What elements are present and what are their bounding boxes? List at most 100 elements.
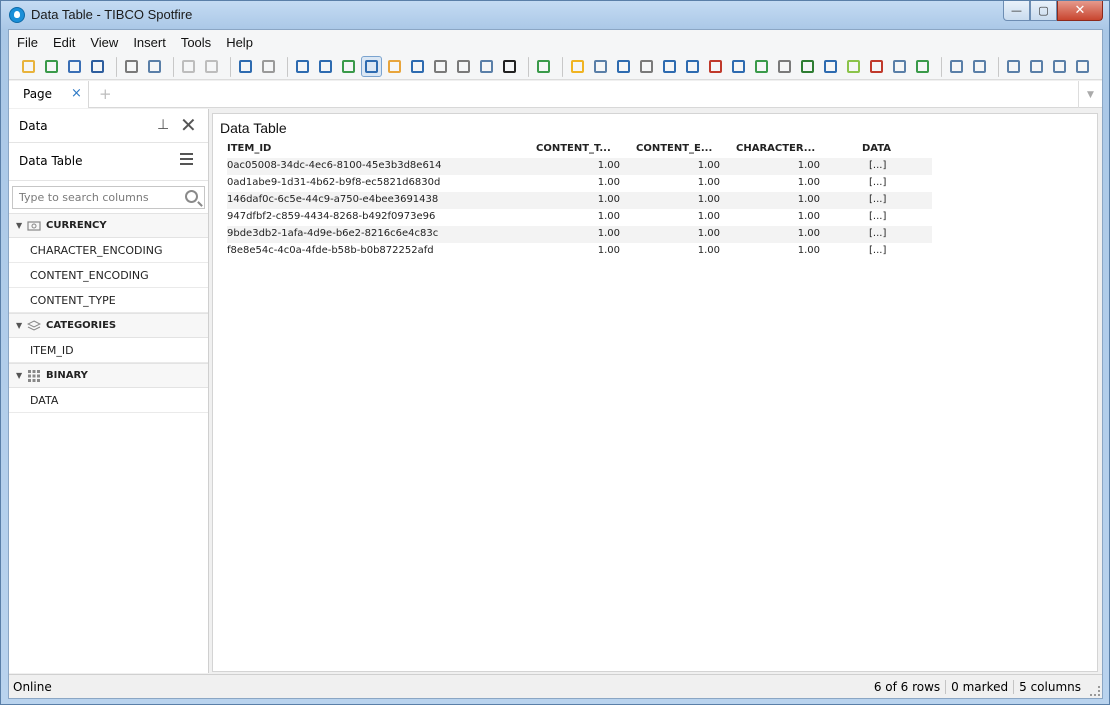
filter-icon[interactable] [316, 57, 335, 76]
menu-tools[interactable]: Tools [181, 35, 211, 50]
search-columns-input[interactable]: Type to search columns [12, 186, 205, 209]
data-panel-title: Data [19, 119, 48, 133]
table-row[interactable]: 0ad1abe9-1d31-4b62-b9f8-ec5821d6830d 1.00… [227, 175, 932, 192]
column-header[interactable]: CONTENT_T... [536, 143, 611, 154]
column-item[interactable]: ITEM_ID [9, 338, 208, 363]
column-group-currency[interactable]: ▼ CURRENCY [9, 213, 208, 238]
settings-icon[interactable] [970, 57, 989, 76]
reload-icon[interactable] [65, 57, 84, 76]
menu-edit[interactable]: Edit [53, 35, 75, 50]
menu-file[interactable]: File [17, 35, 38, 50]
menu-help[interactable]: Help [226, 35, 253, 50]
save-icon[interactable] [88, 57, 107, 76]
layout-icon[interactable] [361, 56, 382, 77]
export-icon[interactable] [145, 57, 164, 76]
reset-icon[interactable] [293, 57, 312, 76]
maximize-button[interactable]: ▢ [1030, 1, 1057, 21]
tab-list-dropdown-icon[interactable]: ▼ [1078, 81, 1102, 108]
expand-arrow-icon[interactable]: ▼ [16, 221, 22, 230]
column-header[interactable]: ITEM_ID [227, 143, 271, 154]
line-chart-icon[interactable] [683, 57, 702, 76]
search-placeholder: Type to search columns [19, 191, 149, 204]
treemap-icon[interactable] [821, 57, 840, 76]
table-cell: 1.00 [797, 245, 820, 256]
paste-icon[interactable] [202, 57, 221, 76]
3d-scatter-icon[interactable] [775, 57, 794, 76]
close-button[interactable]: ✕ [1057, 1, 1103, 21]
line-similarity-icon[interactable] [477, 57, 496, 76]
add-page-icon[interactable]: + [99, 85, 112, 103]
pie-chart-icon[interactable] [729, 57, 748, 76]
new-page-icon[interactable] [534, 57, 553, 76]
copy-icon[interactable] [179, 57, 198, 76]
text-area-icon[interactable] [947, 57, 966, 76]
print-icon[interactable] [122, 57, 141, 76]
column-group-categories[interactable]: ▼ CATEGORIES [9, 313, 208, 338]
column-item[interactable]: CONTENT_TYPE [9, 288, 208, 313]
maximize-viz-icon[interactable] [1073, 57, 1092, 76]
tab-page[interactable]: Page × [9, 81, 89, 108]
box-plot-icon[interactable] [913, 57, 932, 76]
bookmark-icon[interactable] [408, 57, 427, 76]
parallel-coordinates-icon[interactable] [867, 57, 886, 76]
app-window: Data Table - TIBCO Spotfire — ▢ ✕ File E… [0, 0, 1110, 705]
table-row[interactable]: 0ac05008-34dc-4ec6-8100-45e3b3d8e614 1.00… [227, 158, 932, 175]
table-cell: 0ad1abe9-1d31-4b62-b9f8-ec5821d6830d [227, 177, 441, 188]
data-table-selector[interactable]: Data Table [9, 143, 208, 181]
insights-icon[interactable] [568, 57, 587, 76]
scatter-plot-icon[interactable] [752, 57, 771, 76]
map-chart-icon[interactable] [798, 57, 817, 76]
table-icon[interactable] [591, 57, 610, 76]
summary-table-icon[interactable] [890, 57, 909, 76]
table-cell: 0ac05008-34dc-4ec6-8100-45e3b3d8e614 [227, 160, 442, 171]
expand-arrow-icon[interactable]: ▼ [16, 321, 22, 330]
minimize-button[interactable]: — [1003, 1, 1030, 21]
toolbar-separator [287, 56, 288, 77]
table-cell: 1.00 [697, 211, 720, 222]
layout-grid-icon[interactable] [1004, 57, 1023, 76]
column-header[interactable]: CHARACTER... [736, 143, 815, 154]
layout-stack-icon[interactable] [1050, 57, 1069, 76]
table-visualization: Data Table ITEM_ID CONTENT_T... CONTENT_E.… [212, 113, 1098, 672]
heat-map-icon[interactable] [844, 57, 863, 76]
table-cell: 1.00 [797, 160, 820, 171]
lists-icon[interactable] [431, 57, 450, 76]
details-icon[interactable] [339, 57, 358, 76]
color-scheme-icon[interactable] [500, 57, 519, 76]
resize-grip[interactable] [1090, 686, 1100, 696]
redo-icon[interactable] [259, 57, 278, 76]
hamburger-menu-icon[interactable] [180, 153, 193, 168]
window-controls: — ▢ ✕ [1003, 1, 1103, 21]
graphical-table-icon[interactable] [637, 57, 656, 76]
cross-table-icon[interactable] [614, 57, 633, 76]
combination-chart-icon[interactable] [706, 57, 725, 76]
column-item[interactable]: CONTENT_ENCODING [9, 263, 208, 288]
table-row[interactable]: 947dfbf2-c859-4434-8268-b492f0973e96 1.00… [227, 209, 932, 226]
collaboration-icon[interactable] [454, 57, 473, 76]
menu-insert[interactable]: Insert [133, 35, 166, 50]
table-row[interactable]: 9bde3db2-1afa-4d9e-b6e2-8216c6e4c83c 1.00… [227, 226, 932, 243]
table-row[interactable]: f8e8e54c-4c0a-4fde-b58b-b0b872252afd 1.00… [227, 243, 932, 260]
column-item[interactable]: DATA [9, 388, 208, 413]
menu-view[interactable]: View [90, 35, 118, 50]
add-data-icon[interactable] [42, 57, 61, 76]
close-panel-icon[interactable]: ✕ [180, 113, 197, 137]
open-icon[interactable] [19, 57, 38, 76]
table-cell: [...] [869, 245, 887, 256]
column-header[interactable]: CONTENT_E... [636, 143, 712, 154]
column-item[interactable]: CHARACTER_ENCODING [9, 238, 208, 263]
tag-icon[interactable] [385, 57, 404, 76]
status-rows: 6 of 6 rows [873, 680, 941, 694]
column-list: ▼ CURRENCY CHARACTER_ENCODING CONTENT_ENCOD… [9, 213, 208, 413]
column-group-binary[interactable]: ▼ BINARY [9, 363, 208, 388]
bar-chart-icon[interactable] [660, 57, 679, 76]
data-grid: ITEM_ID CONTENT_T... CONTENT_E... CHARACTER… [227, 141, 932, 260]
expand-arrow-icon[interactable]: ▼ [16, 371, 22, 380]
undo-icon[interactable] [236, 57, 255, 76]
pin-icon[interactable]: ⊥ [157, 117, 169, 133]
table-row[interactable]: 146daf0c-6c5e-44c9-a750-e4bee3691438 1.00… [227, 192, 932, 209]
table-cell: 146daf0c-6c5e-44c9-a750-e4bee3691438 [227, 194, 439, 205]
tab-close-icon[interactable]: × [71, 86, 82, 101]
layout-side-icon[interactable] [1027, 57, 1046, 76]
column-header[interactable]: DATA [862, 143, 891, 154]
